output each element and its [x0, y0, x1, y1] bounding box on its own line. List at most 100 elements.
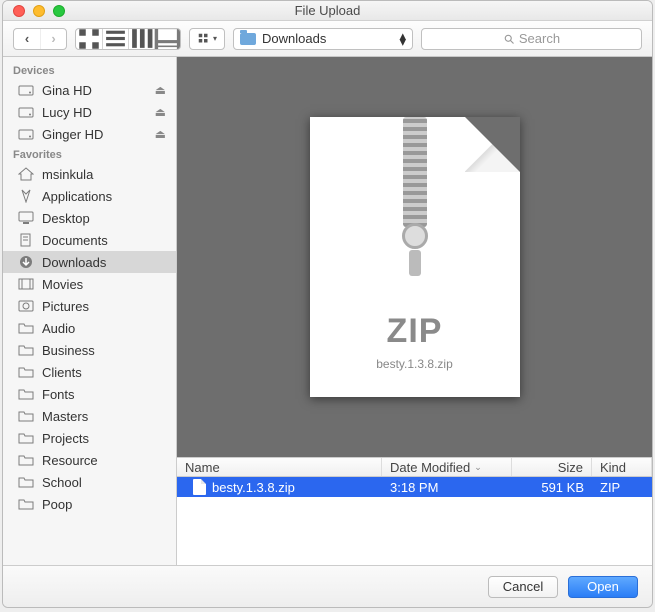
dialog-footer: Cancel Open: [3, 565, 652, 607]
hdd-icon: [17, 127, 34, 141]
titlebar: File Upload: [3, 1, 652, 21]
back-button[interactable]: ‹: [14, 29, 40, 49]
home-icon: [17, 167, 34, 181]
close-window-button[interactable]: [13, 5, 25, 17]
sidebar-item-business[interactable]: Business: [3, 339, 176, 361]
sidebar-item-projects[interactable]: Projects: [3, 427, 176, 449]
sidebar: DevicesGina HD⏏Lucy HD⏏Ginger HD⏏Favorit…: [3, 57, 177, 565]
sidebar-item-school[interactable]: School: [3, 471, 176, 493]
sidebar-item-label: Desktop: [42, 211, 166, 226]
search-placeholder: Search: [519, 31, 560, 46]
file-kind: ZIP: [592, 480, 652, 495]
nav-group: ‹ ›: [13, 28, 67, 50]
apps-icon: [17, 189, 34, 203]
folder-icon: [240, 33, 256, 45]
sidebar-item-poop[interactable]: Poop: [3, 493, 176, 515]
file-list-header: Name Date Modified⌄ Size Kind: [177, 457, 652, 477]
group-icon: [197, 32, 211, 46]
sidebar-item-ginger-hd[interactable]: Ginger HD ⏏: [3, 123, 176, 145]
sidebar-item-label: Applications: [42, 189, 166, 204]
zoom-window-button[interactable]: [53, 5, 65, 17]
sidebar-item-label: Audio: [42, 321, 166, 336]
window-controls: [13, 5, 65, 17]
chevron-left-icon: ‹: [25, 31, 29, 46]
page-fold-icon: [465, 117, 520, 172]
minimize-window-button[interactable]: [33, 5, 45, 17]
cancel-button[interactable]: Cancel: [488, 576, 558, 598]
main-panel: ZIP besty.1.3.8.zip Name Date Modified⌄ …: [177, 57, 652, 565]
sidebar-item-label: Fonts: [42, 387, 166, 402]
preview-area: ZIP besty.1.3.8.zip: [177, 57, 652, 457]
column-view-button[interactable]: [128, 29, 154, 49]
list-view-button[interactable]: [102, 29, 128, 49]
column-header-size[interactable]: Size: [512, 458, 592, 476]
sidebar-item-downloads[interactable]: Downloads: [3, 251, 176, 273]
folder-icon: [17, 365, 34, 379]
folder-icon: [17, 475, 34, 489]
hdd-icon: [17, 105, 34, 119]
sidebar-item-gina-hd[interactable]: Gina HD ⏏: [3, 79, 176, 101]
file-list: besty.1.3.8.zip 3:18 PM591 KBZIP: [177, 477, 652, 565]
preview-zip-document: ZIP besty.1.3.8.zip: [310, 117, 520, 397]
file-size: 591 KB: [512, 480, 592, 495]
sidebar-item-label: Business: [42, 343, 166, 358]
coverflow-icon: [155, 28, 180, 50]
open-button[interactable]: Open: [568, 576, 638, 598]
preview-filename: besty.1.3.8.zip: [310, 357, 520, 371]
sidebar-item-label: Resource: [42, 453, 166, 468]
sidebar-item-clients[interactable]: Clients: [3, 361, 176, 383]
icon-view-button[interactable]: [76, 29, 102, 49]
view-mode-group: [75, 28, 181, 50]
folder-icon: [17, 497, 34, 511]
folder-icon: [17, 409, 34, 423]
sidebar-item-fonts[interactable]: Fonts: [3, 383, 176, 405]
sidebar-item-audio[interactable]: Audio: [3, 317, 176, 339]
sidebar-item-label: Documents: [42, 233, 166, 248]
sidebar-item-lucy-hd[interactable]: Lucy HD⏏: [3, 101, 176, 123]
arrange-button[interactable]: ▾: [190, 29, 224, 49]
sidebar-item-movies[interactable]: Movies: [3, 273, 176, 295]
sidebar-section-label: Devices: [3, 61, 176, 79]
coverflow-view-button[interactable]: [154, 29, 180, 49]
sidebar-item-msinkula[interactable]: msinkula: [3, 163, 176, 185]
sidebar-item-label: Movies: [42, 277, 166, 292]
search-icon: [503, 33, 515, 45]
list-icon: [103, 28, 128, 50]
sidebar-item-masters[interactable]: Masters: [3, 405, 176, 427]
column-header-date[interactable]: Date Modified⌄: [382, 458, 512, 476]
downloads-icon: [17, 255, 34, 269]
forward-button[interactable]: ›: [40, 29, 66, 49]
eject-icon[interactable]: ⏏: [155, 127, 166, 141]
sidebar-item-label: Ginger HD: [42, 127, 147, 142]
chevron-right-icon: ›: [51, 31, 55, 46]
sidebar-item-resource[interactable]: Resource: [3, 449, 176, 471]
file-icon: [193, 479, 206, 495]
sidebar-item-label: Gina HD: [42, 83, 147, 98]
documents-icon: [17, 233, 34, 247]
eject-icon[interactable]: ⏏: [155, 83, 166, 97]
desktop-icon: [17, 211, 34, 225]
sidebar-item-documents[interactable]: Documents: [3, 229, 176, 251]
sidebar-item-label: Masters: [42, 409, 166, 424]
eject-icon[interactable]: ⏏: [155, 105, 166, 119]
folder-icon: [17, 343, 34, 357]
sidebar-item-desktop[interactable]: Desktop: [3, 207, 176, 229]
sidebar-item-label: Pictures: [42, 299, 166, 314]
column-header-kind[interactable]: Kind: [592, 458, 652, 476]
movies-icon: [17, 277, 34, 291]
search-field[interactable]: Search: [421, 28, 642, 50]
sidebar-item-label: School: [42, 475, 166, 490]
sidebar-item-label: Downloads: [42, 255, 166, 270]
sidebar-item-pictures[interactable]: Pictures: [3, 295, 176, 317]
folder-icon: [17, 387, 34, 401]
file-date: 3:18 PM: [382, 480, 512, 495]
toolbar: ‹ › ▾ Downloads ▴▾ Search: [3, 21, 652, 57]
sidebar-item-label: Poop: [42, 497, 166, 512]
file-name: besty.1.3.8.zip: [212, 480, 295, 495]
zipper-icon: [400, 117, 430, 267]
location-dropdown[interactable]: Downloads ▴▾: [233, 28, 413, 50]
sidebar-item-applications[interactable]: Applications: [3, 185, 176, 207]
file-row[interactable]: besty.1.3.8.zip 3:18 PM591 KBZIP: [177, 477, 652, 497]
column-header-name[interactable]: Name: [177, 458, 382, 476]
chevron-down-icon: ▾: [213, 34, 217, 43]
